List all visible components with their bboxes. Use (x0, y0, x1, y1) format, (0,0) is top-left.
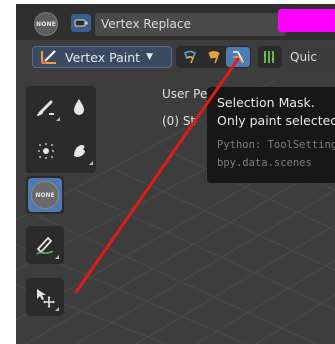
tooltip-path: bpy.data.scenes (217, 157, 312, 169)
tool-corner-indicator (55, 255, 59, 259)
vertex-mask-icon (208, 51, 220, 64)
smear-icon (74, 145, 85, 157)
paint-tube-icon (74, 19, 88, 27)
none-badge-label: NONE (35, 20, 57, 28)
brush-name: Vertex Replace (101, 17, 191, 31)
tooltip-title: Selection Mask. (217, 95, 315, 110)
mode-label: Vertex Paint (65, 49, 141, 65)
tool-transform[interactable] (28, 280, 62, 314)
selection-mask-tooltip: Selection Mask. Only paint selected Pyth… (207, 87, 335, 183)
tool-draw[interactable] (29, 90, 63, 124)
transform-group (26, 278, 64, 316)
face-mask-toggle[interactable] (178, 47, 202, 67)
annotate-group (26, 226, 64, 264)
mode-selector[interactable]: Vertex Paint ▼ (32, 46, 172, 68)
chevron-down-icon: ▼ (146, 52, 154, 62)
tooltip-python: Python: ToolSettings (217, 139, 335, 151)
transform-move-icon (37, 289, 55, 308)
vertex-mask-toggle[interactable] (202, 47, 226, 67)
tool-average[interactable] (29, 134, 63, 168)
tool-none-brush[interactable]: NONE (28, 178, 62, 212)
none-brush-label: NONE (35, 191, 55, 199)
symmetry-toggle[interactable] (258, 46, 282, 68)
tool-annotate[interactable] (28, 228, 62, 262)
paint-color-swatch[interactable] (278, 9, 335, 32)
draw-brush-icon (37, 100, 54, 116)
quick-menu-button[interactable]: Quic (286, 46, 335, 68)
paint-tools-group (26, 86, 96, 173)
tool-corner-indicator (56, 117, 60, 121)
brush-name-field[interactable]: Vertex Replace (95, 13, 286, 36)
tooltip-description: Only paint selected (217, 113, 335, 128)
brush-preview-group: NONE (26, 176, 64, 214)
none-brush-badge[interactable]: NONE (34, 12, 58, 36)
blur-drop-icon (74, 99, 84, 115)
selection-mask-toggle[interactable] (226, 47, 250, 67)
viewport-subtitle: (0) St (162, 114, 196, 128)
selection-mask-icon (233, 51, 244, 64)
paint-mask-group (176, 46, 251, 68)
annotate-pen-icon (36, 236, 54, 255)
symmetry-icon (264, 51, 274, 63)
tool-blur[interactable] (62, 90, 96, 124)
quick-label: Quic (290, 50, 317, 64)
brush-thumbnail[interactable] (71, 14, 91, 32)
average-icon (38, 143, 54, 159)
none-brush-icon: NONE (31, 181, 59, 209)
tool-smear[interactable] (62, 134, 96, 168)
tool-corner-indicator (89, 161, 93, 165)
vertex-paint-icon (41, 50, 56, 64)
face-mask-icon (184, 50, 196, 64)
blender-window: NONE Vertex Replace Vertex Paint ▼ Quic … (0, 0, 335, 344)
tool-corner-indicator (55, 307, 59, 311)
